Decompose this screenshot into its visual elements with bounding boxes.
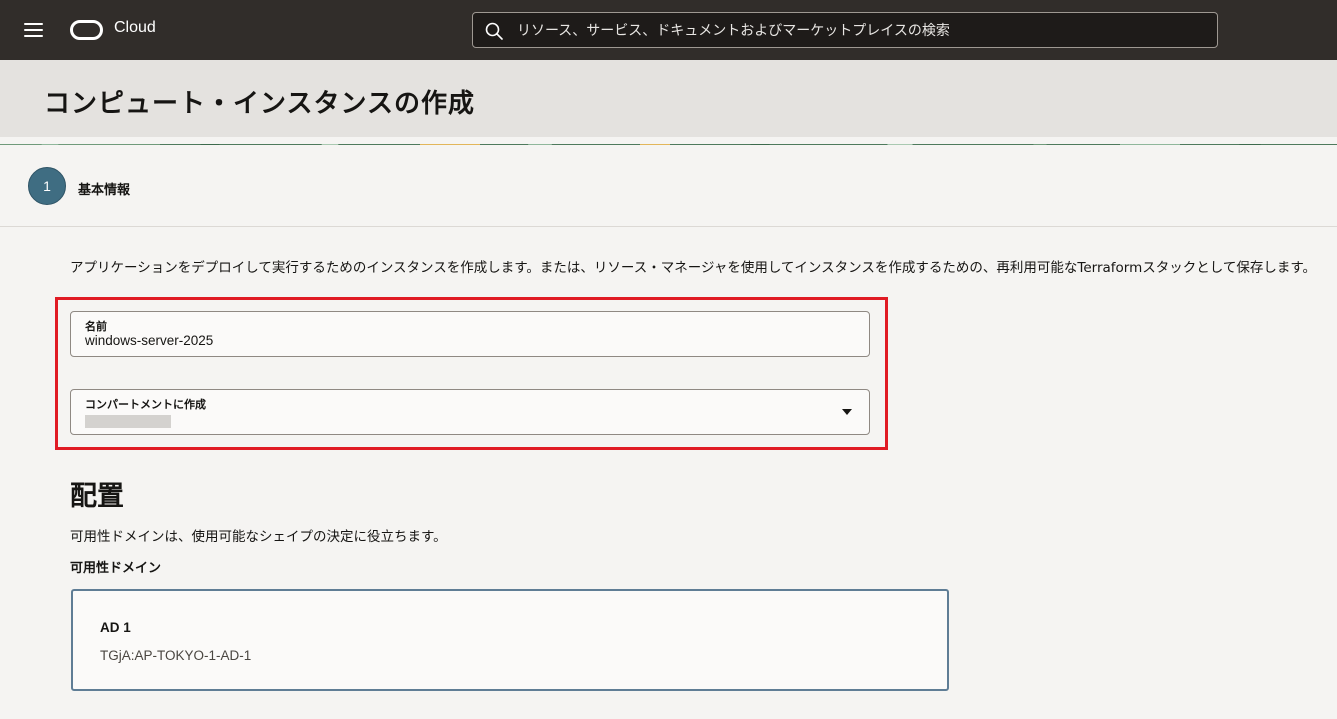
availability-domain-option[interactable]: AD 1 TGjA:AP-TOKYO-1-AD-1 bbox=[71, 589, 949, 691]
placement-section-title: 配置 bbox=[70, 481, 124, 512]
oracle-logo-icon[interactable] bbox=[70, 20, 103, 40]
name-field-label: 名前 bbox=[85, 320, 107, 333]
menu-icon[interactable] bbox=[24, 23, 43, 37]
brand-name[interactable]: Cloud bbox=[114, 19, 156, 37]
compartment-select[interactable]: コンパートメントに作成 bbox=[70, 389, 870, 435]
chevron-down-icon[interactable] bbox=[842, 409, 852, 415]
availability-domain-title: AD 1 bbox=[100, 620, 131, 635]
top-navigation-bar: Cloud bbox=[0, 0, 1337, 60]
placement-description: 可用性ドメインは、使用可能なシェイプの決定に役立ちます。 bbox=[70, 529, 447, 545]
search-icon bbox=[485, 22, 503, 40]
step-number[interactable]: 1 bbox=[28, 167, 66, 205]
name-field[interactable]: 名前 windows-server-2025 bbox=[70, 311, 870, 357]
page-title: コンピュート・インスタンスの作成 bbox=[44, 89, 475, 119]
search-box[interactable] bbox=[472, 12, 1218, 48]
name-field-value[interactable]: windows-server-2025 bbox=[85, 333, 213, 348]
redacted-compartment-value bbox=[85, 415, 171, 428]
decorative-banner bbox=[0, 137, 1337, 145]
compartment-select-label: コンパートメントに作成 bbox=[85, 398, 206, 411]
form-description: アプリケーションをデプロイして実行するためのインスタンスを作成します。または、リ… bbox=[70, 260, 1316, 276]
search-input[interactable] bbox=[517, 21, 1197, 41]
availability-domain-label: 可用性ドメイン bbox=[70, 561, 162, 576]
availability-domain-subtitle: TGjA:AP-TOKYO-1-AD-1 bbox=[100, 648, 252, 663]
step-label[interactable]: 基本情報 bbox=[78, 179, 130, 198]
step-indicator: 1 基本情報 bbox=[0, 145, 1337, 227]
